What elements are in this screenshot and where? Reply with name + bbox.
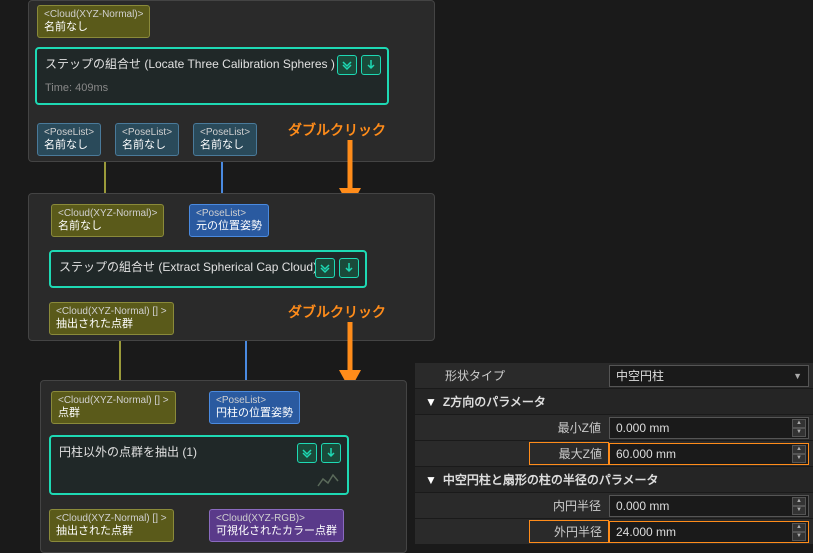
- port-label: 元の位置姿勢: [196, 220, 262, 233]
- run-step-button[interactable]: [339, 258, 359, 278]
- run-step-button[interactable]: [321, 443, 341, 463]
- step-locate-spheres[interactable]: ステップの組合せ (Locate Three Calibration Spher…: [35, 47, 389, 105]
- port-type: <Cloud(XYZ-Normal) [] >: [56, 306, 167, 318]
- prop-row-min-z: 最小Z値 0.000 mm▲▼: [415, 415, 813, 441]
- port-label: 抽出された点群: [56, 318, 167, 331]
- prop-row-outer-r: 外円半径 24.000 mm▲▼: [415, 519, 813, 545]
- prop-header-radius[interactable]: ▼ 中空円柱と扇形の柱の半径のパラメータ: [415, 467, 813, 493]
- spin-buttons[interactable]: ▲▼: [792, 523, 806, 541]
- port-out-pose-3[interactable]: <PoseList> 名前なし: [193, 123, 257, 156]
- min-z-input[interactable]: 0.000 mm▲▼: [609, 417, 809, 439]
- port-out-pose-2[interactable]: <PoseList> 名前なし: [115, 123, 179, 156]
- double-click-label-1: ダブルクリック: [288, 120, 386, 140]
- prop-header-label: Z方向のパラメータ: [443, 393, 546, 410]
- prop-row-shape-type: 形状タイプ 中空円柱: [415, 363, 813, 389]
- prop-header-z[interactable]: ▼ Z方向のパラメータ: [415, 389, 813, 415]
- port-in-pose-2[interactable]: <PoseList> 元の位置姿勢: [189, 204, 269, 237]
- node-frame-3: <Cloud(XYZ-Normal) [] > 点群 <PoseList> 円柱…: [40, 380, 407, 553]
- double-click-label-2: ダブルクリック: [288, 302, 386, 322]
- shape-type-select[interactable]: 中空円柱: [609, 365, 809, 387]
- port-label: 抽出された点群: [56, 525, 167, 538]
- port-label: 名前なし: [58, 220, 157, 233]
- step-extract-cylinder[interactable]: 円柱以外の点群を抽出 (1): [49, 435, 349, 495]
- properties-panel: 形状タイプ 中空円柱 ▼ Z方向のパラメータ 最小Z値 0.000 mm▲▼ 最…: [415, 363, 813, 545]
- spin-buttons[interactable]: ▲▼: [792, 497, 806, 515]
- expand-down-button[interactable]: [315, 258, 335, 278]
- max-z-input[interactable]: 60.000 mm▲▼: [609, 443, 809, 465]
- inner-r-input[interactable]: 0.000 mm▲▼: [609, 495, 809, 517]
- port-type: <Cloud(XYZ-Normal)>: [58, 208, 157, 220]
- port-type: <Cloud(XYZ-Normal) [] >: [56, 513, 167, 525]
- port-type: <PoseList>: [44, 127, 94, 139]
- port-in-cloud-3[interactable]: <Cloud(XYZ-Normal) [] > 点群: [51, 391, 176, 424]
- step-title: ステップの組合せ (Locate Three Calibration Spher…: [45, 55, 379, 72]
- port-in-cloud-2[interactable]: <Cloud(XYZ-Normal)> 名前なし: [51, 204, 164, 237]
- prop-row-inner-r: 内円半径 0.000 mm▲▼: [415, 493, 813, 519]
- port-out-pose-1[interactable]: <PoseList> 名前なし: [37, 123, 101, 156]
- port-label: 点群: [58, 407, 169, 420]
- prop-row-max-z: 最大Z値 60.000 mm▲▼: [415, 441, 813, 467]
- prop-header-label: 中空円柱と扇形の柱の半径のパラメータ: [443, 471, 659, 488]
- spin-buttons[interactable]: ▲▼: [792, 445, 806, 463]
- prop-label-highlighted: 最大Z値: [529, 442, 609, 465]
- port-out-cloud-3b[interactable]: <Cloud(XYZ-RGB)> 可視化されたカラー点群: [209, 509, 344, 542]
- port-label: 名前なし: [200, 139, 250, 152]
- port-label: 名前なし: [122, 139, 172, 152]
- prop-label-highlighted: 外円半径: [529, 520, 609, 543]
- prop-label: 最小Z値: [529, 419, 609, 436]
- port-out-cloud-2[interactable]: <Cloud(XYZ-Normal) [] > 抽出された点群: [49, 302, 174, 335]
- outer-r-input[interactable]: 24.000 mm▲▼: [609, 521, 809, 543]
- step-title: ステップの組合せ (Extract Spherical Cap Cloud): [59, 258, 357, 275]
- port-type: <PoseList>: [122, 127, 172, 139]
- prop-label: 形状タイプ: [415, 367, 505, 384]
- spin-buttons[interactable]: ▲▼: [792, 419, 806, 437]
- port-type: <Cloud(XYZ-Normal) [] >: [58, 395, 169, 407]
- port-label: 可視化されたカラー点群: [216, 525, 337, 538]
- port-type: <PoseList>: [216, 395, 293, 407]
- port-label: 名前なし: [44, 139, 94, 152]
- expand-down-button[interactable]: [297, 443, 317, 463]
- port-type: <Cloud(XYZ-RGB)>: [216, 513, 337, 525]
- port-in-cloud-1[interactable]: <Cloud(XYZ-Normal)> 名前なし: [37, 5, 150, 38]
- port-label: 名前なし: [44, 21, 143, 34]
- port-in-pose-3[interactable]: <PoseList> 円柱の位置姿勢: [209, 391, 300, 424]
- prop-label: 内円半径: [529, 497, 609, 514]
- step-extract-cap[interactable]: ステップの組合せ (Extract Spherical Cap Cloud): [49, 250, 367, 288]
- collapse-icon: ▼: [415, 473, 437, 487]
- port-label: 円柱の位置姿勢: [216, 407, 293, 420]
- step-time: Time: 409ms: [45, 82, 379, 94]
- collapse-icon: ▼: [415, 395, 437, 409]
- port-type: <Cloud(XYZ-Normal)>: [44, 9, 143, 21]
- port-out-cloud-3a[interactable]: <Cloud(XYZ-Normal) [] > 抽出された点群: [49, 509, 174, 542]
- run-step-button[interactable]: [361, 55, 381, 75]
- expand-down-button[interactable]: [337, 55, 357, 75]
- visualize-icon: [317, 471, 339, 487]
- port-type: <PoseList>: [196, 208, 262, 220]
- port-type: <PoseList>: [200, 127, 250, 139]
